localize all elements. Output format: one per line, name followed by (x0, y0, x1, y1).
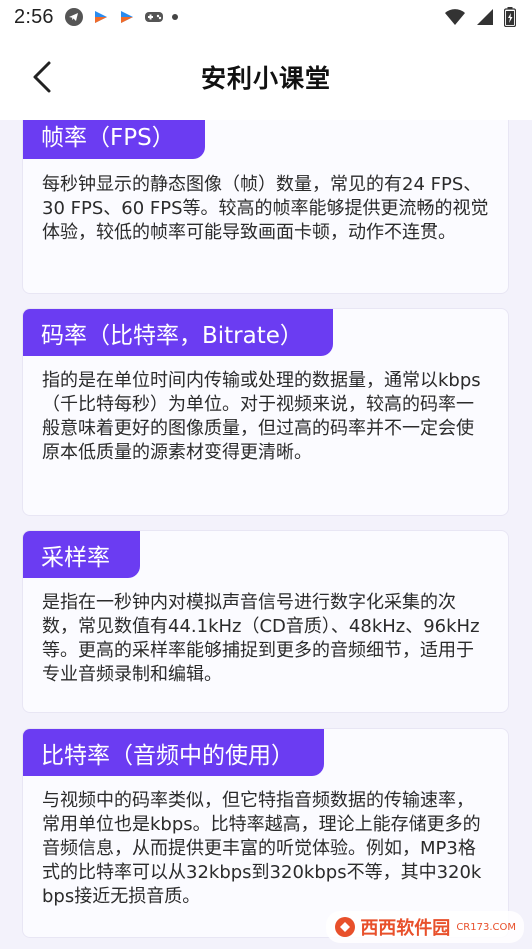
wifi-icon (445, 9, 465, 25)
card-description: 与视频中的码率类似，但它特指音频数据的传输速率，常用单位也是kbps。比特率越高… (42, 790, 482, 907)
app-icon (120, 11, 133, 23)
gamepad-icon (144, 12, 163, 22)
card-title-tag: 比特率（音频中的使用） (23, 729, 324, 776)
content-scroll-area[interactable]: 帧率（FPS） 每秒钟显示的静态图像（帧）数量，常见的有24 FPS、30 FP… (0, 120, 532, 949)
chevron-left-icon (33, 61, 51, 93)
status-time: 2:56 (14, 5, 54, 28)
status-bar: 2:56 (0, 0, 532, 34)
info-card-sample-rate: 采样率 是指在一秒钟内对模拟声音信号进行数字化采集的次数，常见数值有44.1kH… (22, 530, 509, 713)
app-icon (94, 11, 107, 23)
info-card-audio-bitrate: 比特率（音频中的使用） 与视频中的码率类似，但它特指音频数据的传输速率，常用单位… (22, 728, 509, 938)
card-description: 是指在一秒钟内对模拟声音信号进行数字化采集的次数，常见数值有44.1kHz（CD… (42, 592, 480, 685)
back-button[interactable] (24, 54, 60, 100)
card-title-tag: 帧率（FPS） (23, 120, 205, 159)
signal-icon (477, 9, 493, 25)
notification-icons (64, 7, 178, 27)
telegram-icon (64, 8, 83, 26)
status-left: 2:56 (14, 6, 178, 29)
battery-icon (504, 7, 516, 27)
watermark-subtext: CR173.COM (456, 921, 516, 933)
card-description: 指的是在单位时间内传输或处理的数据量，通常以kbps（千比特每秒）为单位。对于视… (42, 370, 481, 463)
info-card-fps: 帧率（FPS） 每秒钟显示的静态图像（帧）数量，常见的有24 FPS、30 FP… (22, 120, 509, 294)
dot-icon (171, 14, 178, 20)
app-header: 安利小课堂 (0, 34, 532, 120)
card-title-tag: 采样率 (23, 531, 140, 578)
page-title: 安利小课堂 (200, 64, 331, 93)
info-card-bitrate: 码率（比特率，Bitrate） 指的是在单位时间内传输或处理的数据量，通常以kb… (22, 308, 509, 516)
status-right (444, 7, 516, 27)
card-description: 每秒钟显示的静态图像（帧）数量，常见的有24 FPS、30 FPS、60 FPS… (42, 174, 489, 243)
logo-icon (335, 917, 356, 937)
watermark-text: 西西软件园 (360, 918, 451, 939)
watermark-logo: 西西软件园 CR173.COM (326, 911, 524, 943)
card-title-tag: 码率（比特率，Bitrate） (23, 309, 333, 356)
